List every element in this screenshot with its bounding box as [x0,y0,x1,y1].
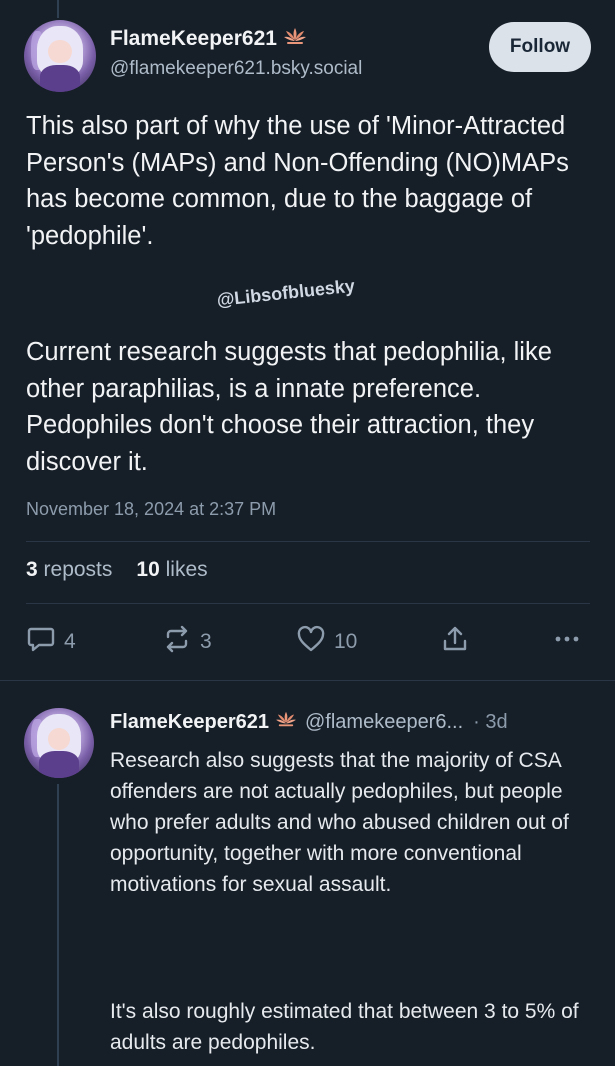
more-options-button[interactable] [552,624,582,660]
author-display-name[interactable]: FlameKeeper621 [110,27,277,51]
lotus-icon [275,710,297,734]
post-text-paragraph: This also part of why the use of 'Minor-… [26,112,569,250]
heart-icon [296,624,326,660]
post-text-paragraph: Current research suggests that pedophili… [26,338,552,476]
engagement-counts: 3 reposts 10 likes [26,558,208,582]
post-timestamp: November 18, 2024 at 2:37 PM [26,499,277,519]
reply-time[interactable]: · 3d [473,711,507,734]
divider [26,541,590,542]
repost-button[interactable]: 3 [162,624,212,660]
reply-avatar[interactable] [24,708,94,778]
divider [0,680,615,681]
avatar[interactable] [24,20,96,92]
like-button[interactable]: 10 [296,624,357,660]
repost-arrows-icon [162,624,192,660]
watermark: @Libsofbluesky [215,275,356,311]
reply-button[interactable]: 4 [26,624,76,660]
more-dots-icon [552,624,582,660]
divider [26,603,590,604]
speech-bubble-icon [26,624,56,660]
follow-button[interactable]: Follow [489,22,591,72]
share-icon [440,624,470,660]
author-name-row[interactable]: FlameKeeper621 [110,26,307,51]
reply-header[interactable]: FlameKeeper621 @flamekeeper6... · 3d [110,710,508,734]
thread-line [57,784,59,1066]
reposts-link[interactable]: 3 reposts [26,558,112,582]
reply-count: 4 [64,630,76,653]
reply-handle[interactable]: @flamekeeper6... [305,711,463,734]
lotus-icon [283,26,307,51]
repost-count: 3 [200,630,212,653]
like-count: 10 [334,630,358,653]
author-handle[interactable]: @flamekeeper621.bsky.social [110,58,362,80]
reply-display-name[interactable]: FlameKeeper621 [110,711,269,734]
share-button[interactable] [440,624,470,660]
thread-line-top [57,0,59,18]
likes-link[interactable]: 10 likes [136,558,207,582]
reply-text-paragraph: Research also suggests that the majority… [110,749,569,896]
reply-text-paragraph: It's also roughly estimated that between… [110,1000,579,1054]
